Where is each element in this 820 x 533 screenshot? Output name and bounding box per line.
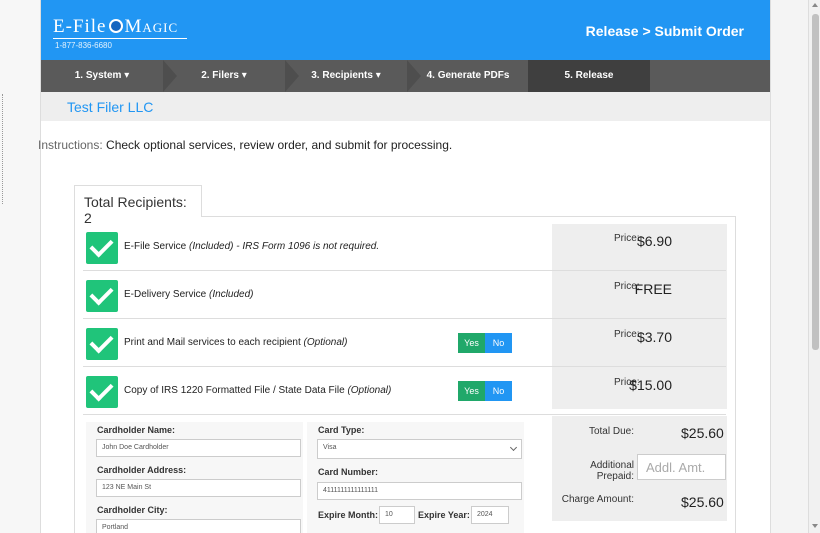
checkbox-edelivery[interactable]: [86, 280, 118, 312]
toggle-yes-button[interactable]: Yes: [458, 333, 485, 353]
service-label: E-File Service (Included) - IRS Form 109…: [124, 241, 380, 252]
expire-month-field[interactable]: 10: [379, 506, 415, 524]
service-row-efile: E-File Service (Included) - IRS Form 109…: [83, 223, 726, 271]
expire-year-field[interactable]: 2024: [471, 506, 509, 524]
instructions-text: Check optional services, review order, a…: [106, 138, 453, 152]
charge-amount-label: Charge Amount:: [561, 494, 634, 505]
page-scrollbar[interactable]: [808, 0, 820, 533]
charge-amount-value: $25.60: [681, 494, 724, 510]
toggle-no-button[interactable]: No: [485, 381, 512, 401]
additional-amount-input[interactable]: Addl. Amt.: [637, 454, 726, 480]
app-header: E-File Magic 1-877-836-6680 Release > Sub…: [41, 0, 770, 60]
cardholder-address-label: Cardholder Address:: [97, 465, 187, 475]
expire-year-label: Expire Year:: [418, 510, 470, 520]
scroll-up-icon[interactable]: [812, 3, 818, 7]
toggle-yes-button[interactable]: Yes: [458, 381, 485, 401]
price-value: $15.00: [629, 377, 672, 393]
background-left: [0, 0, 40, 533]
order-panel: E-File Service (Included) - IRS Form 109…: [74, 216, 736, 533]
cardholder-city-field[interactable]: Portland: [96, 519, 301, 533]
expire-month-label: Expire Month:: [318, 510, 378, 520]
phone-number: 1-877-836-6680: [55, 41, 112, 50]
scrollbar-thumb[interactable]: [812, 14, 819, 350]
service-label: E-Delivery Service (Included): [124, 289, 254, 300]
step-filers[interactable]: 2. Filers ▾: [163, 60, 285, 92]
checkbox-irs-1220[interactable]: [86, 376, 118, 408]
globe-icon: [108, 19, 123, 33]
logo-text-right: Magic: [124, 16, 179, 37]
filer-bar: Test Filer LLC: [41, 92, 770, 121]
logo-underline: [53, 38, 187, 39]
tab-total-recipients[interactable]: Total Recipients: 2: [74, 185, 202, 226]
wizard-steps: 1. System ▾ 2. Filers ▾ 3. Recipients ▾ …: [41, 60, 770, 92]
service-row-print-mail: Print and Mail services to each recipien…: [83, 319, 726, 367]
service-label: Copy of IRS 1220 Formatted File / State …: [124, 385, 392, 396]
chevron-down-icon: ▾: [241, 70, 247, 81]
price-label: Price:: [614, 329, 640, 340]
step-generate-pdfs[interactable]: 4. Generate PDFs: [407, 60, 529, 92]
cardholder-name-label: Cardholder Name:: [97, 425, 176, 435]
service-label: Print and Mail services to each recipien…: [124, 337, 348, 348]
step-system[interactable]: 1. System ▾: [41, 60, 163, 92]
page-title: Release > Submit Order: [585, 23, 744, 39]
card-number-field[interactable]: 4111111111111111: [317, 482, 522, 500]
instructions: Instructions: Check optional services, r…: [38, 138, 452, 152]
cardholder-city-label: Cardholder City:: [97, 505, 168, 515]
toggle-print-mail[interactable]: Yes No: [458, 333, 512, 353]
cardholder-address-field[interactable]: 123 NE Main St: [96, 479, 301, 497]
background-marker: [2, 94, 6, 204]
additional-prepaid-label: Additional Prepaid:: [590, 460, 634, 482]
cardholder-name-field[interactable]: John Doe Cardholder: [96, 439, 301, 457]
chevron-down-icon: ▾: [124, 70, 130, 81]
filer-name: Test Filer LLC: [67, 99, 154, 115]
step-recipients[interactable]: 3. Recipients ▾: [285, 60, 407, 92]
price-value: FREE: [634, 281, 672, 297]
card-type-select[interactable]: Visa: [317, 439, 522, 459]
service-row-edelivery: E-Delivery Service (Included) Price: FRE…: [83, 271, 726, 319]
chevron-down-icon: ▾: [375, 70, 381, 81]
price-value: $3.70: [636, 329, 672, 345]
instructions-label: Instructions:: [38, 138, 103, 152]
price-label: Price:: [614, 233, 640, 244]
toggle-irs-1220[interactable]: Yes No: [458, 381, 512, 401]
card-number-label: Card Number:: [318, 467, 379, 477]
scroll-down-icon[interactable]: [812, 524, 818, 528]
total-due-value: $25.60: [681, 425, 724, 441]
checkbox-efile[interactable]: [86, 232, 118, 264]
service-row-irs-1220: Copy of IRS 1220 Formatted File / State …: [83, 367, 726, 415]
checkbox-print-mail[interactable]: [86, 328, 118, 360]
logo-text-left: E-File: [53, 16, 107, 37]
efile-magic-logo[interactable]: E-File Magic: [53, 16, 178, 38]
step-release[interactable]: 5. Release: [528, 60, 650, 92]
card-type-label: Card Type:: [318, 425, 365, 435]
price-value: $6.90: [636, 233, 672, 249]
toggle-no-button[interactable]: No: [485, 333, 512, 353]
total-due-label: Total Due:: [588, 426, 634, 437]
